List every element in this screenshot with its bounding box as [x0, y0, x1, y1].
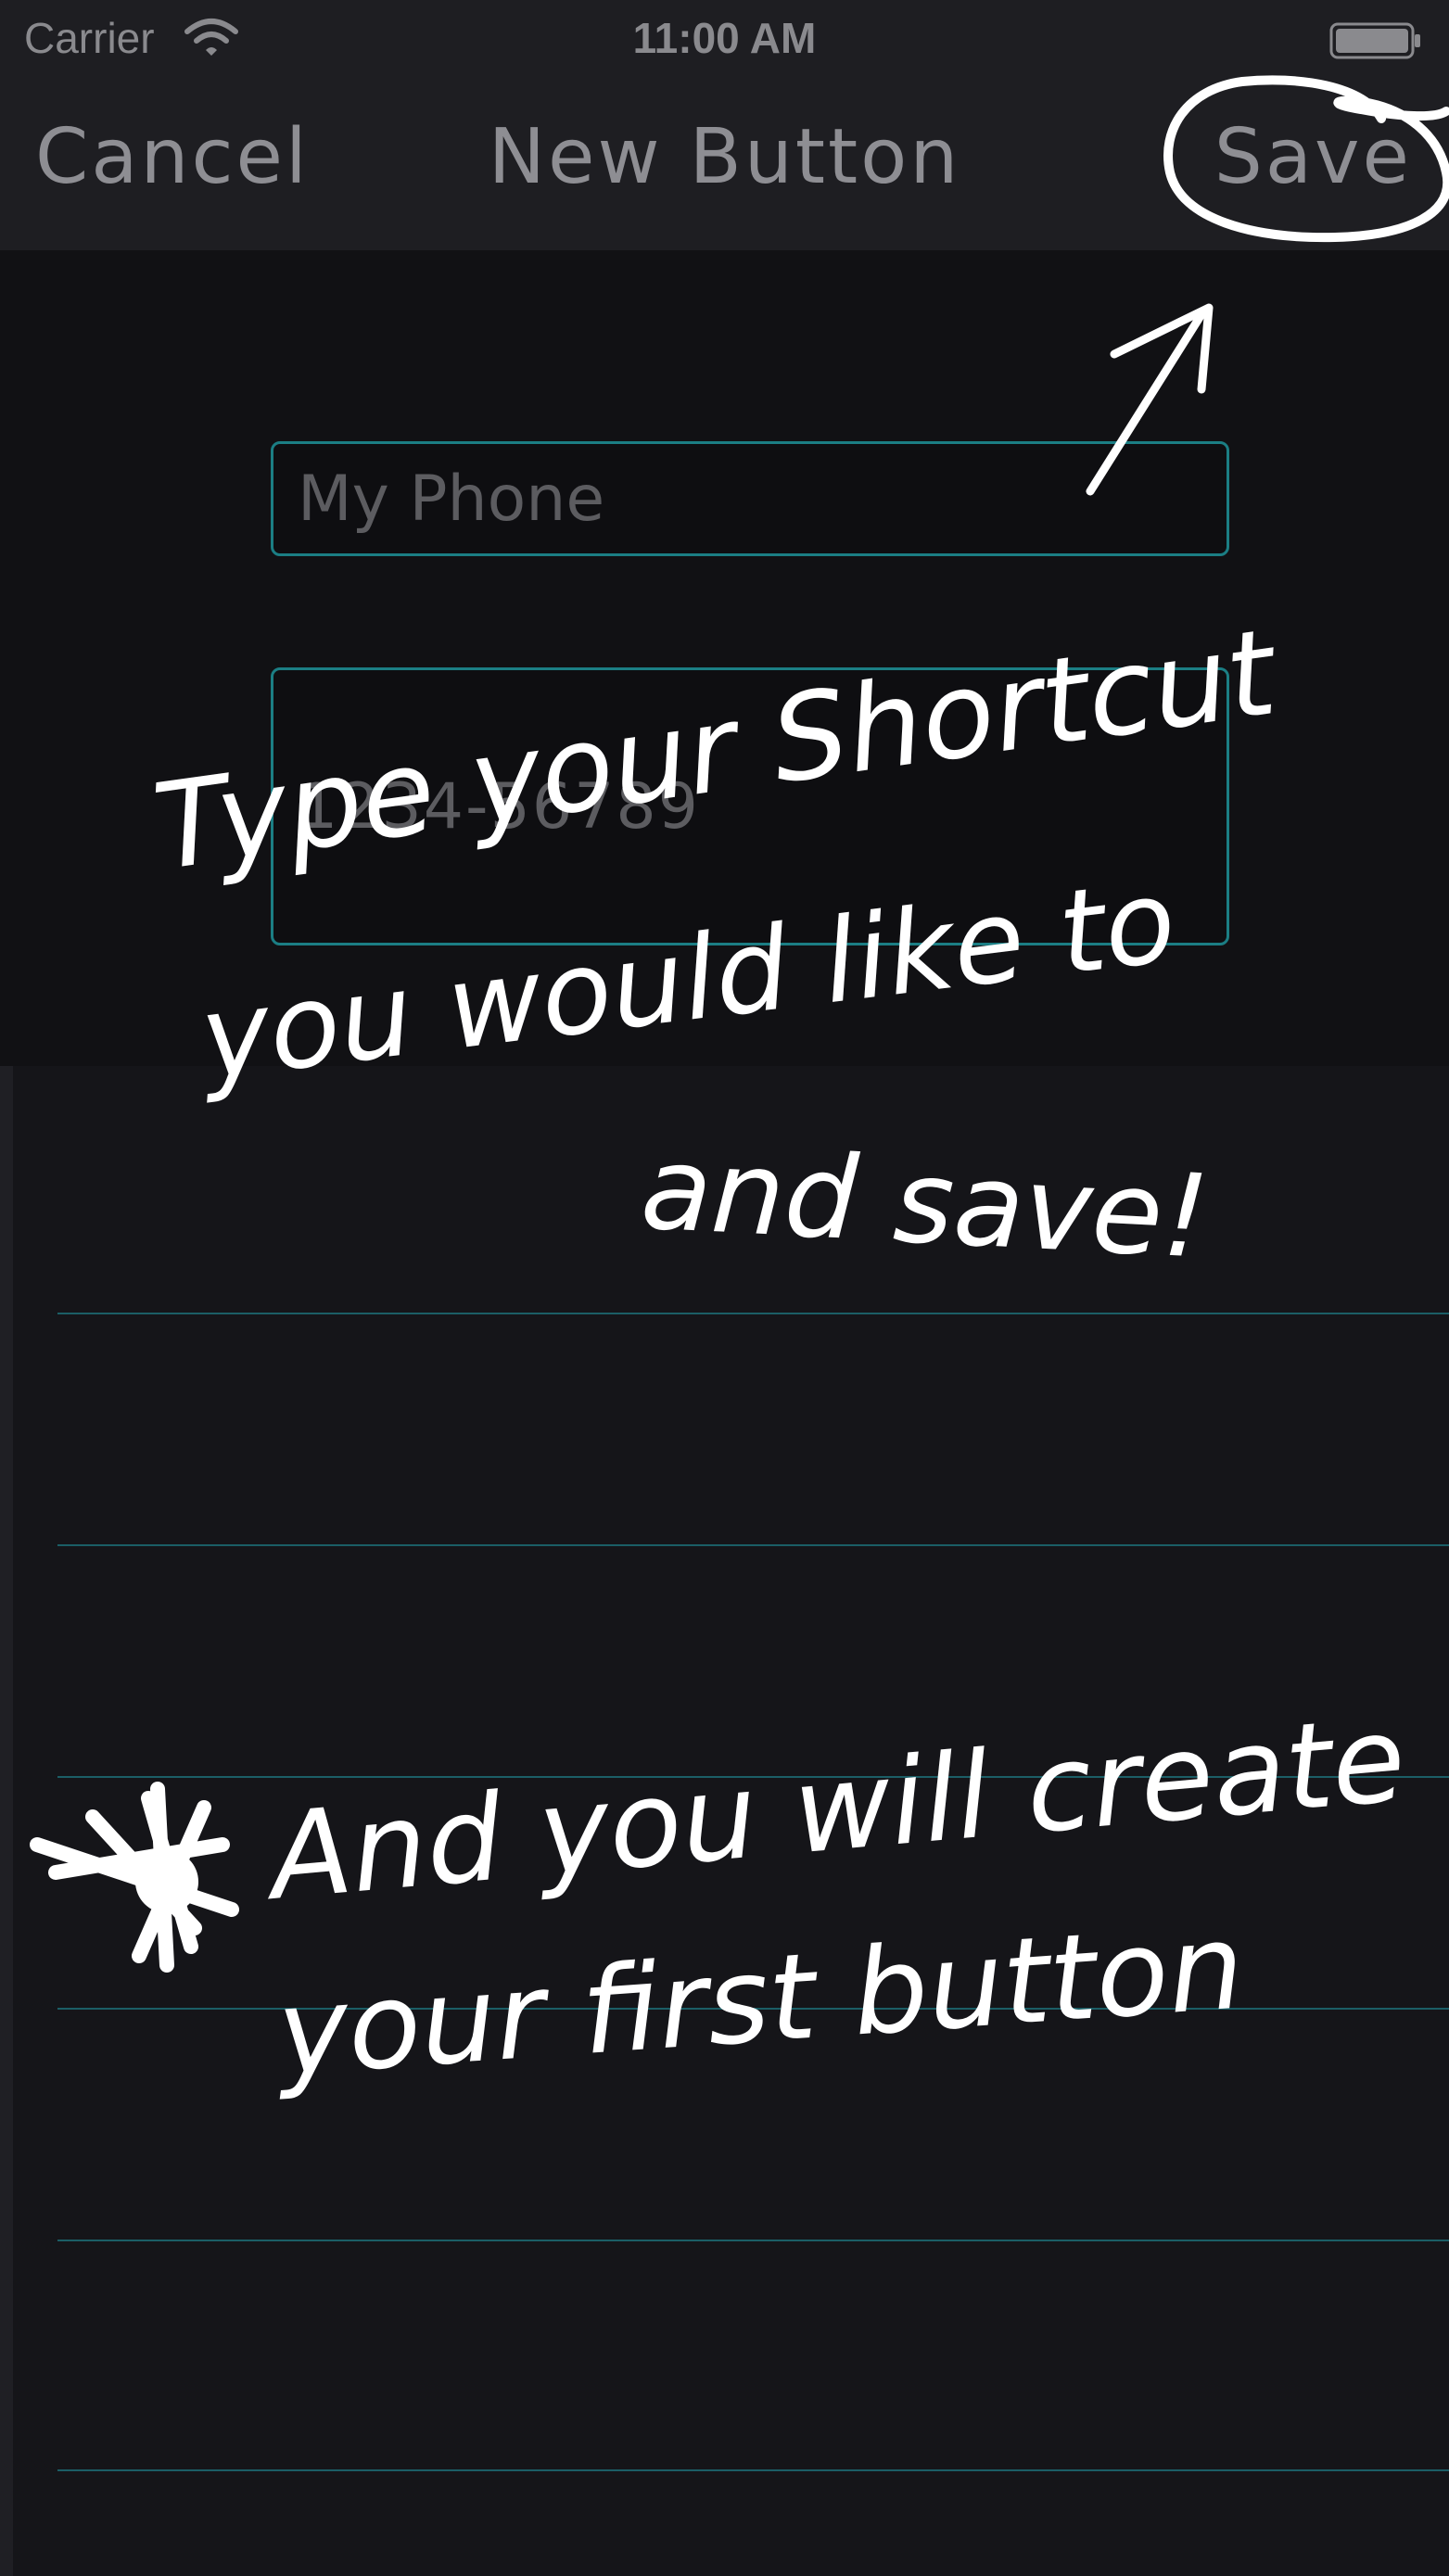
button-name-field[interactable]: My Phone — [271, 441, 1229, 556]
app-screen: Carrier 11:00 AM New Button Cancel Save … — [0, 0, 1449, 2576]
star-burst-icon — [30, 1782, 239, 1973]
cancel-button[interactable]: Cancel — [35, 113, 310, 201]
divider-line — [57, 2469, 1449, 2471]
navigation-bar: New Button Cancel Save — [0, 80, 1449, 250]
save-button[interactable]: Save — [1214, 113, 1412, 201]
hint-line-3: and save! — [638, 1122, 1213, 1285]
battery-icon — [1329, 22, 1420, 59]
create-line-2: your first button — [273, 1897, 1249, 2103]
divider-line — [57, 1544, 1449, 1546]
divider-line — [57, 1313, 1449, 1314]
shortcut-number-placeholder: 1234-56789 — [298, 770, 700, 844]
status-bar: Carrier 11:00 AM — [0, 0, 1449, 80]
divider-line — [57, 2008, 1449, 2010]
status-time: 11:00 AM — [632, 14, 817, 62]
button-name-placeholder: My Phone — [298, 463, 605, 536]
divider-line — [57, 1776, 1449, 1778]
form-panel: My Phone 1234-56789 — [0, 250, 1449, 1066]
create-line-1: And you will create — [264, 1690, 1411, 1927]
shortcut-number-field[interactable]: 1234-56789 — [271, 667, 1229, 945]
divider-line — [57, 2240, 1449, 2241]
